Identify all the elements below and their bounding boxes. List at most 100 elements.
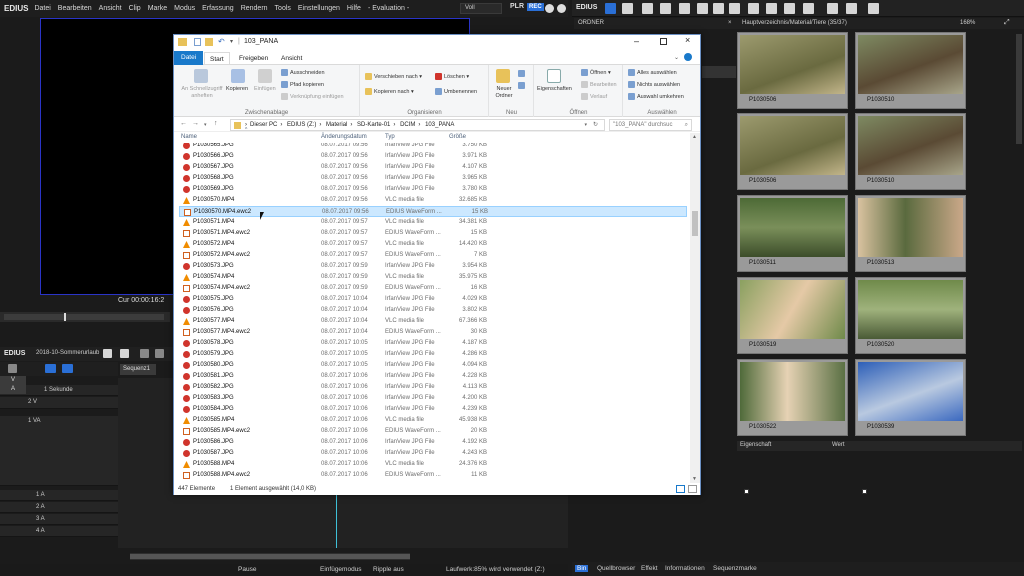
file-row[interactable]: P1030571.MP4.ewc2 08.07.2017 09:57 EDIUS W… bbox=[179, 228, 687, 239]
file-row[interactable]: P1030570.MP4 08.07.2017 09:56 VLC media fi… bbox=[179, 195, 687, 206]
window-close-icon[interactable]: × bbox=[685, 35, 690, 45]
scroll-down-icon[interactable]: ▼ bbox=[692, 476, 697, 482]
rec-button[interactable]: REC bbox=[527, 3, 544, 11]
file-row[interactable]: P1030579.JPG 08.07.2017 10:05 IrfanView JP… bbox=[179, 349, 687, 360]
easy-access-icon[interactable] bbox=[518, 82, 525, 89]
paste-shortcut-button[interactable]: Verknüpfung einfügen bbox=[281, 93, 344, 100]
back-icon[interactable]: ← bbox=[180, 120, 187, 127]
file-row[interactable]: P1030571.MP4 08.07.2017 09:57 VLC media fi… bbox=[179, 217, 687, 228]
history-button[interactable]: Verlauf bbox=[581, 93, 607, 100]
file-row[interactable]: P1030578.JPG 08.07.2017 10:05 IrfanView JP… bbox=[179, 338, 687, 349]
folder-icon[interactable] bbox=[605, 3, 616, 14]
edit-button[interactable]: Bearbeiten bbox=[581, 81, 617, 88]
file-row[interactable]: P1030582.JPG 08.07.2017 10:06 IrfanView JP… bbox=[179, 382, 687, 393]
tab-sequence-marker[interactable]: Sequenzmarke bbox=[713, 565, 757, 572]
properties-icon[interactable] bbox=[784, 3, 795, 14]
sync-icon[interactable] bbox=[62, 364, 73, 373]
recent-dropdown-icon[interactable]: ▾ bbox=[204, 122, 207, 128]
status-ripple[interactable]: Ripple aus bbox=[373, 566, 404, 573]
ripple-icon[interactable] bbox=[45, 364, 56, 373]
crumb-sd-card[interactable]: SD-Karte-01 bbox=[357, 122, 390, 128]
refresh-icon[interactable]: ↻ bbox=[593, 120, 598, 130]
delete-button[interactable]: Löschen ▾ bbox=[435, 73, 469, 80]
undo-qat-icon[interactable]: ↶ bbox=[218, 37, 225, 46]
cut-icon[interactable] bbox=[697, 3, 708, 14]
crumb-material[interactable]: Material bbox=[326, 122, 347, 128]
properties-icon[interactable] bbox=[547, 69, 561, 83]
crumb-this-pc[interactable]: Dieser PC bbox=[250, 122, 277, 128]
copy-icon[interactable] bbox=[713, 3, 724, 14]
file-row[interactable]: P1030574.MP4.ewc2 08.07.2017 09:59 EDIUS W… bbox=[179, 283, 687, 294]
menu-rendern[interactable]: Rendern bbox=[241, 5, 268, 12]
scroll-up-icon[interactable]: ▲ bbox=[692, 134, 697, 140]
clip-thumb[interactable]: P1030510 bbox=[855, 32, 966, 167]
clip-thumb[interactable]: P1030506 bbox=[737, 32, 848, 167]
menu-datei[interactable]: Datei bbox=[34, 5, 50, 12]
col-type[interactable]: Typ bbox=[385, 134, 395, 140]
file-row[interactable]: P1030581.JPG 08.07.2017 10:06 IrfanView JP… bbox=[179, 371, 687, 382]
menu-hilfe[interactable]: Hilfe bbox=[347, 5, 361, 12]
rename-button[interactable]: Umbenennen bbox=[435, 88, 477, 95]
paste-icon[interactable] bbox=[729, 3, 740, 14]
track-patch-va[interactable]: VA bbox=[0, 376, 26, 394]
tab-start[interactable]: Start bbox=[204, 52, 230, 64]
file-row[interactable]: P1030586.JPG 08.07.2017 10:06 IrfanView JP… bbox=[179, 437, 687, 448]
clip-thumb[interactable]: P1030539 bbox=[855, 359, 966, 494]
new-folder-qat-icon[interactable] bbox=[205, 38, 213, 46]
mode-dropdown[interactable]: Voll bbox=[460, 3, 502, 14]
scrollbar-thumb[interactable] bbox=[692, 211, 698, 236]
tab-view[interactable]: Ansicht bbox=[276, 52, 307, 64]
qat-dropdown-icon[interactable]: ▾ bbox=[230, 38, 233, 45]
file-row[interactable]: P1030587.JPG 08.07.2017 10:06 IrfanView JP… bbox=[179, 448, 687, 459]
file-row[interactable]: P1030580.JPG 08.07.2017 10:05 IrfanView JP… bbox=[179, 360, 687, 371]
view-icon[interactable] bbox=[846, 3, 857, 14]
copy-icon[interactable] bbox=[231, 69, 245, 83]
bin-settings-icon[interactable] bbox=[868, 3, 879, 14]
invert-selection-button[interactable]: Auswahl umkehren bbox=[628, 93, 684, 100]
tab-information[interactable]: Informationen bbox=[665, 565, 705, 572]
close-icon[interactable] bbox=[557, 4, 566, 13]
new-sequence-icon[interactable] bbox=[679, 3, 690, 14]
up-folder-icon[interactable] bbox=[642, 3, 653, 14]
search-input[interactable]: "103_PANA" durchsuc ⌕ bbox=[609, 119, 692, 131]
open-button[interactable]: Öffnen ▾ bbox=[581, 69, 611, 76]
file-row[interactable]: P1030577.MP4 08.07.2017 10:04 VLC media fi… bbox=[179, 316, 687, 327]
ribbon-collapse-icon[interactable]: ⌄ bbox=[674, 54, 679, 61]
properties-qat-icon[interactable] bbox=[194, 38, 201, 46]
clip-thumb[interactable]: P1030510 bbox=[855, 113, 966, 248]
file-row[interactable]: P1030572.MP4.ewc2 08.07.2017 09:57 EDIUS W… bbox=[179, 250, 687, 261]
file-row[interactable]: P1030585.MP4.ewc2 08.07.2017 10:06 EDIUS W… bbox=[179, 426, 687, 437]
file-row[interactable]: P1030568.JPG 08.07.2017 09:56 IrfanView JP… bbox=[179, 173, 687, 184]
file-row[interactable]: P1030576.JPG 08.07.2017 10:04 IrfanView JP… bbox=[179, 305, 687, 316]
up-icon[interactable]: ↑ bbox=[214, 120, 218, 127]
paste-button[interactable]: Einfügen bbox=[254, 86, 276, 92]
address-dropdown-icon[interactable]: ▾ bbox=[584, 120, 587, 130]
tab-file[interactable]: Datei bbox=[174, 51, 204, 65]
tab-share[interactable]: Freigeben bbox=[234, 52, 273, 64]
file-row[interactable]: P1030588.MP4.ewc2 08.07.2017 10:06 EDIUS W… bbox=[179, 470, 687, 481]
file-row[interactable]: P1030569.JPG 08.07.2017 09:56 IrfanView JP… bbox=[179, 184, 687, 195]
file-row[interactable]: P1030566.JPG 08.07.2017 09:56 IrfanView JP… bbox=[179, 151, 687, 162]
move-to-button[interactable]: Verschieben nach ▾ bbox=[365, 73, 422, 80]
menu-tools[interactable]: Tools bbox=[275, 5, 291, 12]
file-row[interactable]: P1030567.JPG 08.07.2017 09:56 IrfanView JP… bbox=[179, 162, 687, 173]
menu-erfassung[interactable]: Erfassung bbox=[202, 5, 234, 12]
track-3a[interactable]: 3 A bbox=[36, 516, 45, 522]
menu-marke[interactable]: Marke bbox=[148, 5, 167, 12]
file-row[interactable]: P1030572.MP4 08.07.2017 09:57 VLC media fi… bbox=[179, 239, 687, 250]
clip-thumb[interactable]: P1030506 bbox=[737, 113, 848, 248]
copy-to-button[interactable]: Kopieren nach ▾ bbox=[365, 88, 414, 95]
col-size[interactable]: Größe bbox=[449, 134, 466, 140]
restore-icon[interactable] bbox=[803, 3, 814, 14]
sequence-tab[interactable]: Sequenz1 bbox=[120, 364, 156, 375]
menu-modus[interactable]: Modus bbox=[174, 5, 195, 12]
delete-icon[interactable] bbox=[766, 3, 777, 14]
forward-icon[interactable]: → bbox=[192, 120, 199, 127]
cut-button[interactable]: Ausschneiden bbox=[281, 69, 325, 76]
file-list-scrollbar[interactable]: ▲ ▼ bbox=[690, 133, 700, 483]
window-minimize-icon[interactable]: – bbox=[634, 36, 639, 46]
file-row[interactable]: P1030573.JPG 08.07.2017 09:59 IrfanView JP… bbox=[179, 261, 687, 272]
copy-button[interactable]: Kopieren bbox=[226, 86, 248, 92]
camera-icon[interactable] bbox=[120, 349, 129, 358]
scrubber-handle[interactable] bbox=[64, 313, 66, 321]
